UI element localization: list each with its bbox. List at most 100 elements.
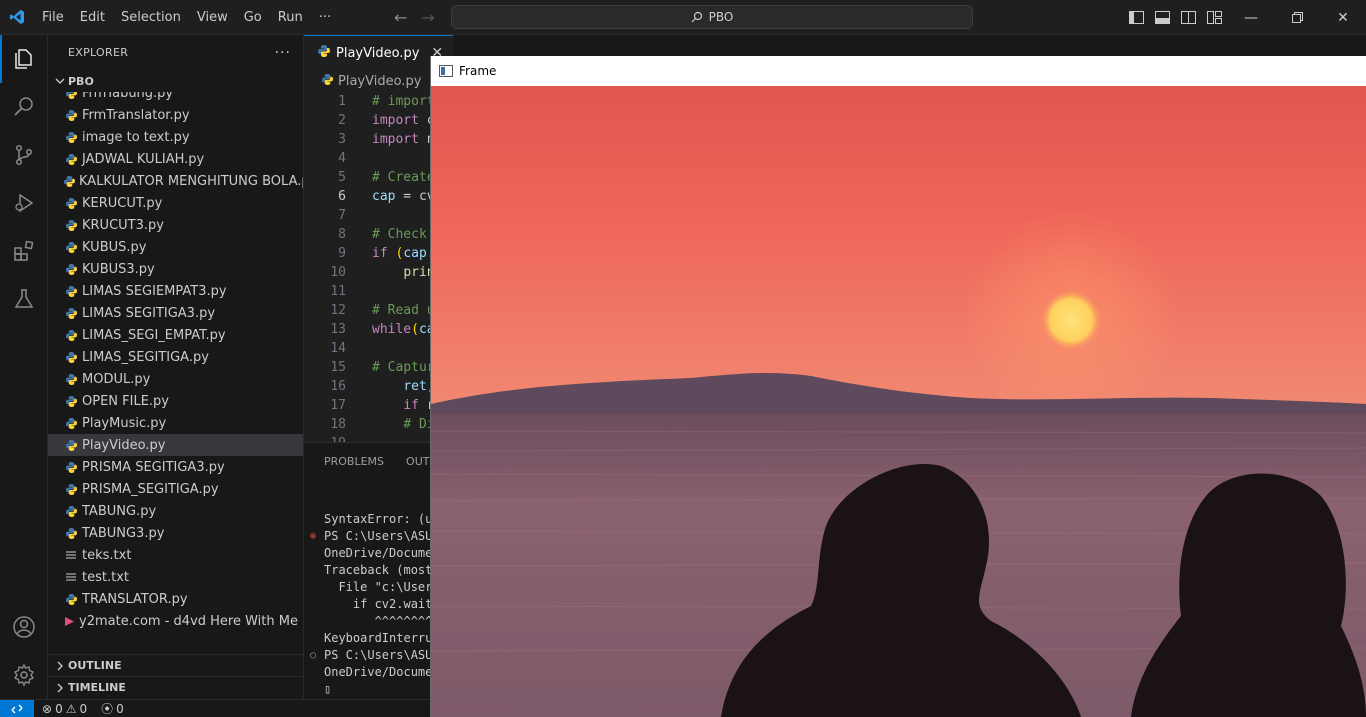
file-item[interactable]: KUBUS3.py bbox=[48, 258, 303, 280]
file-name: TABUNG3.py bbox=[82, 525, 165, 541]
menu-more[interactable]: ··· bbox=[311, 0, 339, 35]
back-arrow-icon[interactable]: ← bbox=[394, 8, 407, 27]
extensions-icon[interactable] bbox=[0, 227, 48, 275]
terminal-text: ^^^^^^^^ bbox=[324, 614, 433, 628]
outline-label: OUTLINE bbox=[68, 659, 122, 672]
minimize-icon[interactable]: — bbox=[1228, 0, 1274, 35]
file-item[interactable]: MODUL.py bbox=[48, 368, 303, 390]
toggle-primary-sidebar-icon[interactable] bbox=[1128, 10, 1144, 26]
explorer-icon[interactable] bbox=[0, 35, 48, 83]
file-item[interactable]: PlayMusic.py bbox=[48, 412, 303, 434]
file-name: TABUNG.py bbox=[82, 503, 157, 519]
settings-gear-icon[interactable] bbox=[0, 651, 48, 699]
file-item[interactable]: test.txt bbox=[48, 566, 303, 588]
frame-title-bar[interactable]: Frame bbox=[431, 56, 1366, 86]
file-item[interactable]: TRANSLATOR.py bbox=[48, 588, 303, 610]
file-item[interactable]: y2mate.com - d4vd Here With Me L... bbox=[48, 610, 303, 632]
restore-icon[interactable] bbox=[1274, 0, 1320, 35]
activity-bar-bottom bbox=[0, 603, 48, 699]
menu-run[interactable]: Run bbox=[270, 0, 311, 35]
terminal-line: ^^^^^^^^ bbox=[304, 613, 433, 630]
terminal-text: OneDrive/Docume bbox=[324, 665, 433, 679]
code-text: import n bbox=[372, 132, 435, 147]
line-number: 4 bbox=[338, 151, 346, 166]
run-debug-icon[interactable] bbox=[0, 179, 48, 227]
activity-bar bbox=[0, 35, 48, 699]
code-token: # import bbox=[372, 94, 435, 109]
file-item[interactable]: KRUCUT3.py bbox=[48, 214, 303, 236]
timeline-label: TIMELINE bbox=[68, 681, 126, 694]
command-center-search[interactable]: PBO bbox=[451, 5, 973, 29]
python-file-icon bbox=[322, 73, 333, 89]
file-item[interactable]: PRISMA_SEGITIGA.py bbox=[48, 478, 303, 500]
file-item[interactable]: LIMAS SEGIEMPAT3.py bbox=[48, 280, 303, 302]
tab-problems[interactable]: PROBLEMS bbox=[324, 455, 384, 468]
code-text: import c bbox=[372, 113, 435, 128]
remote-indicator-icon[interactable] bbox=[0, 699, 34, 717]
command-marker-icon: ○ bbox=[310, 650, 317, 661]
file-name: KALKULATOR MENGHITUNG BOLA.py bbox=[79, 173, 304, 189]
file-item[interactable]: FrmTranslator.py bbox=[48, 104, 303, 126]
file-item[interactable]: KERUCUT.py bbox=[48, 192, 303, 214]
source-control-icon[interactable] bbox=[0, 131, 48, 179]
outline-section[interactable]: OUTLINE bbox=[48, 654, 303, 676]
line-number: 13 bbox=[330, 322, 346, 337]
file-item[interactable]: OPEN FILE.py bbox=[48, 390, 303, 412]
toggle-secondary-sidebar-icon[interactable] bbox=[1180, 10, 1196, 26]
file-item[interactable]: PlayVideo.py bbox=[48, 434, 303, 456]
problems-status[interactable]: ⊗ 0 ⚠ 0 bbox=[42, 702, 87, 716]
file-name: teks.txt bbox=[82, 547, 132, 563]
customize-layout-icon[interactable] bbox=[1206, 10, 1222, 26]
python-file-icon bbox=[64, 373, 78, 385]
testing-flask-icon[interactable] bbox=[0, 275, 48, 323]
menu-edit[interactable]: Edit bbox=[72, 0, 113, 35]
file-name: LIMAS SEGITIGA3.py bbox=[82, 305, 216, 321]
file-item[interactable]: TABUNG.py bbox=[48, 500, 303, 522]
file-item[interactable]: KUBUS.py bbox=[48, 236, 303, 258]
frame-window[interactable]: Frame bbox=[430, 56, 1366, 717]
file-item[interactable]: KALKULATOR MENGHITUNG BOLA.py bbox=[48, 170, 304, 192]
file-item[interactable]: JADWAL KULIAH.py bbox=[48, 148, 303, 170]
error-icon: ⊗ bbox=[42, 701, 53, 716]
menu-go[interactable]: Go bbox=[236, 0, 270, 35]
python-file-icon bbox=[64, 593, 78, 605]
menu-file[interactable]: File bbox=[34, 0, 72, 35]
code-token: = cv bbox=[395, 189, 435, 204]
file-item[interactable]: LIMAS_SEGI_EMPAT.py bbox=[48, 324, 303, 346]
line-number: 12 bbox=[330, 303, 346, 318]
line-number: 14 bbox=[330, 341, 346, 356]
text-file-icon bbox=[64, 572, 78, 582]
forward-arrow-icon[interactable]: → bbox=[421, 8, 434, 27]
code-token: while bbox=[372, 322, 412, 337]
file-item[interactable]: PRISMA SEGITIGA3.py bbox=[48, 456, 303, 478]
file-item[interactable]: LIMAS SEGITIGA3.py bbox=[48, 302, 303, 324]
line-number: 5 bbox=[338, 170, 346, 185]
timeline-section[interactable]: TIMELINE bbox=[48, 676, 303, 698]
toggle-panel-icon[interactable] bbox=[1154, 10, 1170, 26]
code-token: # Create bbox=[372, 170, 435, 185]
file-item[interactable]: image to text.py bbox=[48, 126, 303, 148]
terminal-line: ○ PS C:\Users\ASU bbox=[304, 647, 432, 664]
terminal-output[interactable]: SyntaxError: (u ⊗ PS C:\Users\ASU OneDrive/… bbox=[304, 511, 432, 698]
file-item[interactable]: LIMAS_SEGITIGA.py bbox=[48, 346, 303, 368]
explorer-sidebar: EXPLORER ··· PBO FrmTabung.py FrmTranslat… bbox=[48, 35, 304, 699]
line-number: 16 bbox=[330, 379, 346, 394]
close-icon[interactable]: ✕ bbox=[1320, 0, 1366, 35]
code-token: if bbox=[403, 398, 419, 413]
terminal-line: ▯ bbox=[304, 681, 432, 698]
file-name: LIMAS_SEGITIGA.py bbox=[82, 349, 209, 365]
folder-header-pbo[interactable]: PBO bbox=[48, 70, 303, 92]
file-item[interactable]: TABUNG3.py bbox=[48, 522, 303, 544]
search-icon[interactable] bbox=[0, 83, 48, 131]
python-file-icon bbox=[64, 153, 78, 165]
file-item[interactable]: teks.txt bbox=[48, 544, 303, 566]
menu-selection[interactable]: Selection bbox=[113, 0, 189, 35]
line-number: 3 bbox=[338, 132, 346, 147]
python-file-icon bbox=[64, 527, 78, 539]
accounts-icon[interactable] bbox=[0, 603, 48, 651]
ports-status[interactable]: ⦿ 0 bbox=[101, 700, 124, 717]
explorer-more-actions[interactable]: ··· bbox=[275, 45, 291, 61]
terminal-text: OneDrive/Docume bbox=[324, 546, 433, 560]
menu-view[interactable]: View bbox=[189, 0, 236, 35]
